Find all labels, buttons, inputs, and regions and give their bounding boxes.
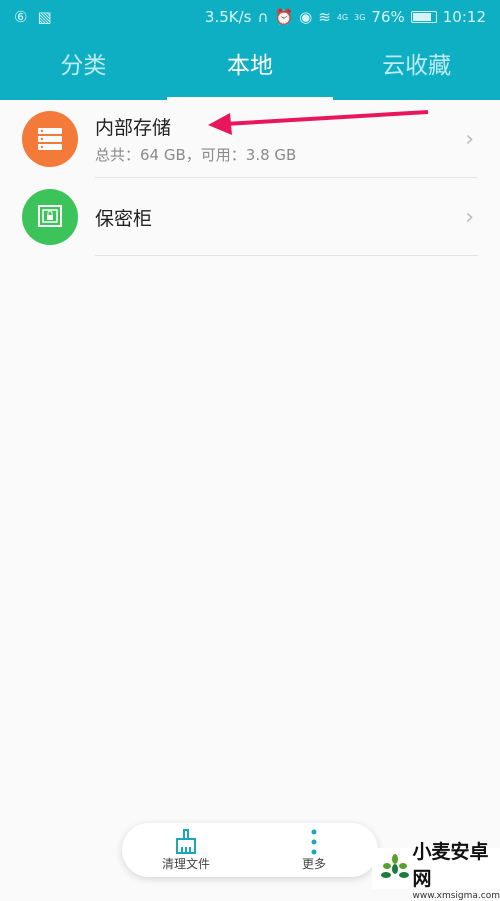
- safe-item[interactable]: 保密柜 ›: [0, 178, 500, 256]
- broom-icon: [176, 828, 196, 854]
- wifi-icon: ≋: [318, 8, 331, 26]
- item-title: 保密柜: [95, 207, 153, 230]
- clock: 10:12: [442, 8, 486, 26]
- safe-lock-icon: [22, 189, 78, 245]
- more-vertical-icon: [311, 829, 317, 854]
- annotation-arrow: [208, 110, 429, 135]
- signal-icon: 4G: [336, 12, 349, 22]
- more-button[interactable]: 更多: [250, 823, 378, 877]
- status-bar: ⑥ ▧ 3.5K/s ∩ ⏰ ◉ ≋ 4G 3G 76% 10:12: [0, 0, 500, 34]
- eye-icon: ◉: [299, 8, 313, 26]
- tab-cloud[interactable]: 云收藏: [333, 34, 500, 100]
- wheat-logo-icon: [381, 853, 409, 878]
- divider: [95, 255, 478, 256]
- app-notification-icon: ⑥: [14, 8, 28, 26]
- more-label: 更多: [301, 856, 326, 871]
- tab-local[interactable]: 本地: [166, 34, 334, 100]
- clean-label: 清理文件: [161, 856, 210, 871]
- chevron-right-icon: ›: [465, 204, 474, 230]
- item-subtitle: 总共：64 GB，可用：3.8 GB: [95, 146, 297, 164]
- battery-percent: 76%: [371, 8, 405, 26]
- alarm-icon: ⏰: [274, 8, 294, 26]
- watermark-name: 小麦安卓网: [412, 840, 489, 890]
- clean-files-button[interactable]: 清理文件: [122, 823, 250, 877]
- tab-bar: 分类 本地 云收藏: [0, 34, 500, 100]
- net-speed: 3.5K/s: [204, 8, 252, 26]
- bottom-action-bar: 清理文件 更多: [122, 823, 378, 877]
- header: ⑥ ▧ 3.5K/s ∩ ⏰ ◉ ≋ 4G 3G 76% 10:12 分类 本地 …: [0, 0, 500, 100]
- activity-icon: ▧: [37, 8, 52, 26]
- watermark-logo: 小麦安卓网 www.xmsigma.com: [372, 841, 500, 901]
- headset-icon: ∩: [257, 8, 269, 26]
- signal-icon-2: 3G: [354, 12, 366, 22]
- watermark-url: www.xmsigma.com: [412, 890, 500, 901]
- storage-icon: [22, 111, 78, 167]
- tab-category[interactable]: 分类: [0, 34, 167, 100]
- battery-icon: [410, 11, 437, 23]
